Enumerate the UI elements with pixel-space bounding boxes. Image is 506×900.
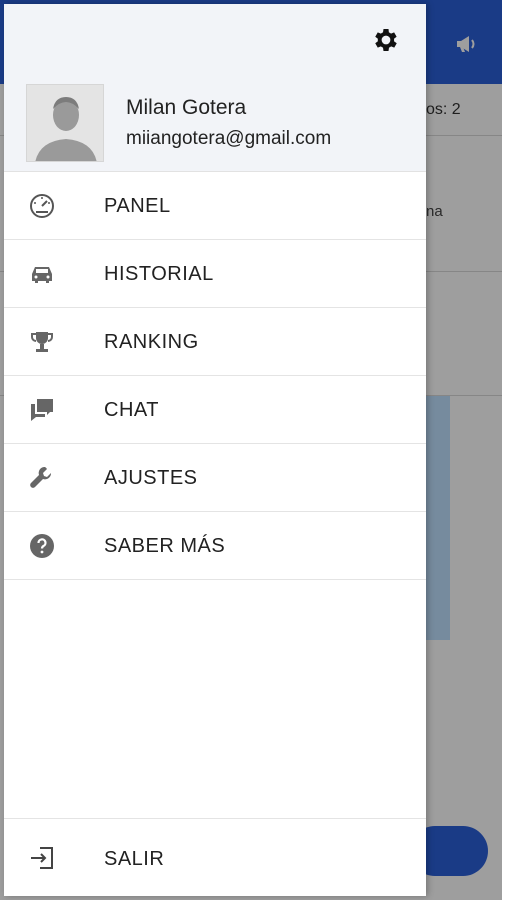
navigation-drawer: Milan Gotera miiangotera@gmail.com PANEL bbox=[4, 4, 426, 896]
screen-edge bbox=[502, 0, 506, 900]
drawer-menu: PANEL HISTORIAL RANKING CHAT AJUSTES SAB… bbox=[4, 172, 426, 580]
gear-icon[interactable] bbox=[368, 22, 404, 58]
menu-item-saber-mas[interactable]: SABER MÁS bbox=[4, 512, 426, 580]
menu-item-label: AJUSTES bbox=[104, 467, 198, 489]
menu-item-label: RANKING bbox=[104, 331, 199, 353]
logout-label: SALIR bbox=[104, 848, 165, 870]
menu-item-panel[interactable]: PANEL bbox=[4, 172, 426, 240]
logout-button[interactable]: SALIR bbox=[4, 818, 426, 896]
menu-item-label: SABER MÁS bbox=[104, 535, 226, 557]
menu-item-label: HISTORIAL bbox=[104, 263, 214, 285]
drawer-header: Milan Gotera miiangotera@gmail.com bbox=[4, 4, 426, 172]
menu-item-label: CHAT bbox=[104, 399, 159, 421]
menu-item-label: PANEL bbox=[104, 195, 171, 217]
chat-icon bbox=[28, 396, 56, 424]
speedometer-icon bbox=[28, 192, 56, 220]
trophy-icon bbox=[28, 328, 56, 356]
user-email: miiangotera@gmail.com bbox=[126, 128, 332, 149]
wrench-icon bbox=[28, 464, 56, 492]
menu-item-ranking[interactable]: RANKING bbox=[4, 308, 426, 376]
menu-item-ajustes[interactable]: AJUSTES bbox=[4, 444, 426, 512]
logout-icon bbox=[28, 844, 56, 872]
menu-item-chat[interactable]: CHAT bbox=[4, 376, 426, 444]
help-icon bbox=[28, 532, 56, 560]
avatar[interactable] bbox=[26, 84, 104, 162]
user-name: Milan Gotera bbox=[126, 96, 247, 119]
menu-item-historial[interactable]: HISTORIAL bbox=[4, 240, 426, 308]
car-icon bbox=[28, 260, 56, 288]
